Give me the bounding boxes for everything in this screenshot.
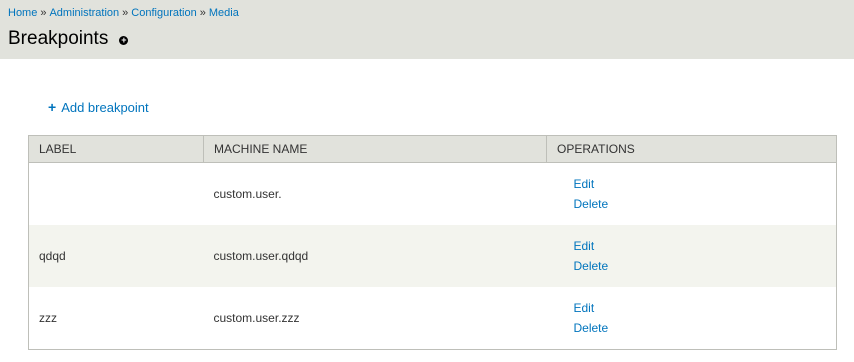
- add-breakpoint-label: Add breakpoint: [61, 100, 149, 115]
- breadcrumb-separator: »: [40, 7, 47, 19]
- page-title-text: Breakpoints: [8, 28, 109, 49]
- column-header-operations: OPERATIONS: [546, 135, 837, 163]
- table-row: custom.user. Edit Delete: [29, 163, 837, 226]
- breadcrumb-administration[interactable]: Administration: [49, 7, 119, 19]
- page-header: Home» Administration» Configuration» Media …: [0, 0, 854, 59]
- breadcrumb-separator: »: [199, 7, 206, 19]
- breadcrumb-home[interactable]: Home: [8, 7, 37, 19]
- table-header-row: LABEL MACHINE NAME OPERATIONS: [28, 135, 837, 163]
- column-header-machine-name: MACHINE NAME: [203, 135, 547, 163]
- edit-link[interactable]: Edit: [574, 301, 595, 315]
- row-operations: Edit Delete: [546, 225, 837, 287]
- row-machine-name: custom.user.zzz: [213, 311, 300, 325]
- row-label: zzz: [39, 311, 57, 325]
- breadcrumb-configuration[interactable]: Configuration: [131, 7, 196, 19]
- delete-link[interactable]: Delete: [574, 321, 609, 335]
- table-row: zzz custom.user.zzz Edit Delete: [29, 287, 837, 350]
- page-title: Breakpoints +: [8, 28, 129, 50]
- row-operations: Edit Delete: [547, 287, 837, 350]
- breadcrumb: Home» Administration» Configuration» Media: [8, 7, 239, 19]
- row-label: [29, 163, 204, 226]
- breakpoints-table: LABEL MACHINE NAME OPERATIONS custom.use…: [28, 135, 837, 350]
- delete-link[interactable]: Delete: [574, 259, 609, 273]
- edit-link[interactable]: Edit: [574, 177, 595, 191]
- row-machine-name: custom.user.: [213, 187, 282, 201]
- add-breakpoint-link[interactable]: + Add breakpoint: [48, 99, 149, 115]
- row-operations: Edit Delete: [547, 163, 837, 226]
- edit-link[interactable]: Edit: [574, 239, 595, 253]
- breadcrumb-media[interactable]: Media: [209, 7, 239, 19]
- row-machine-name: custom.user.qdqd: [203, 225, 547, 287]
- add-shortcut-icon[interactable]: +: [119, 36, 129, 45]
- delete-link[interactable]: Delete: [574, 197, 609, 211]
- table-row: qdqd custom.user.qdqd Edit Delete: [28, 225, 837, 287]
- column-header-label: LABEL: [28, 135, 204, 163]
- plus-icon: +: [48, 99, 57, 115]
- row-label: qdqd: [28, 225, 204, 287]
- breadcrumb-separator: »: [122, 7, 129, 19]
